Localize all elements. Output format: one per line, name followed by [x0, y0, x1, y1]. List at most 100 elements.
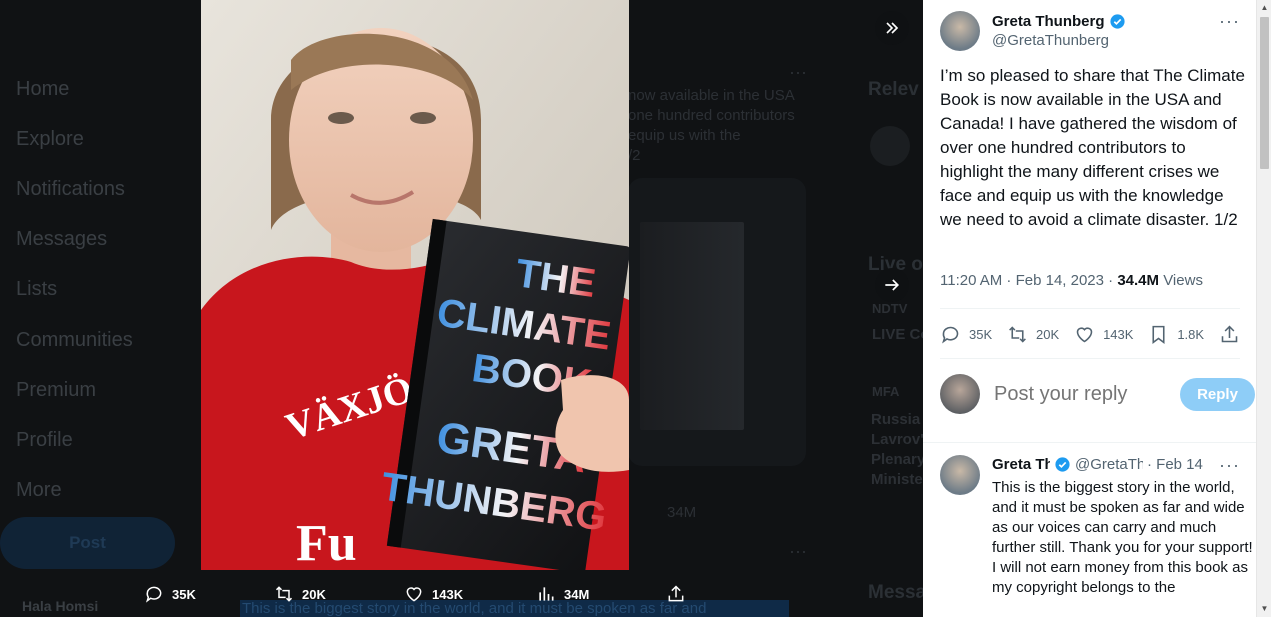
- reply-input[interactable]: [994, 382, 1154, 406]
- bg-avatar: [870, 126, 910, 166]
- photo-action-bar: 35K 20K 143K 34M: [140, 580, 700, 608]
- shirt-text: Fu: [296, 515, 357, 570]
- bg-nav-messages: Messages: [16, 228, 108, 251]
- photo-illustration: VÄXJÖ Fu THE CLIMATE BOOK GRETA THUNBERG: [201, 0, 629, 570]
- collapse-panel-button[interactable]: [875, 11, 909, 45]
- reply-text-paragraph: I will not earn money from this book as …: [992, 559, 1248, 596]
- tweet-author: Greta Thunberg @GretaThunberg: [940, 11, 1126, 51]
- reply-composer: Reply: [940, 374, 1255, 414]
- reply-tweet-header: Greta Thunberg @GretaThunberg · Feb 14: [992, 456, 1242, 473]
- more-options-icon[interactable]: ···: [1219, 456, 1240, 474]
- heart-icon: [406, 587, 422, 602]
- tweet-timestamp[interactable]: 11:20 AM · Feb 14, 2023 ·: [940, 272, 1117, 289]
- scroll-thumb[interactable]: [1260, 17, 1269, 169]
- bg-book-image: [640, 222, 744, 430]
- reply-text-paragraph: This is the biggest story in the world, …: [992, 479, 1253, 556]
- arrow-right-icon: [885, 279, 900, 291]
- repost-icon: [275, 586, 293, 602]
- views-icon: [539, 587, 554, 601]
- bg-nav-home: Home: [16, 77, 70, 100]
- reply-author-handle[interactable]: @GretaThunberg: [1075, 456, 1143, 473]
- bg-nav-explore: Explore: [16, 127, 84, 150]
- repost-icon: [1009, 325, 1026, 343]
- bg-more-icon: ···: [789, 62, 807, 82]
- scroll-up-icon[interactable]: ▲: [1260, 3, 1269, 12]
- reply-author-avatar[interactable]: [940, 455, 980, 495]
- reply-tweet[interactable]: Greta Thunberg @GretaThunberg · Feb 14 ·…: [940, 455, 1253, 596]
- author-handle[interactable]: @GretaThunberg: [992, 32, 1126, 49]
- like-button[interactable]: 143K: [1074, 324, 1133, 345]
- bg-news-line: Lavrov': [871, 431, 924, 448]
- bg-post-button: Post: [0, 517, 175, 569]
- photo-like-count: 143K: [432, 586, 464, 602]
- bookmark-count: 1.8K: [1177, 326, 1205, 342]
- author-name[interactable]: Greta Thunberg: [992, 13, 1105, 30]
- author-avatar[interactable]: [940, 11, 980, 51]
- heart-icon: [1076, 326, 1093, 342]
- photo-reply-button[interactable]: 35K: [144, 584, 196, 604]
- tweet-photo[interactable]: VÄXJÖ Fu THE CLIMATE BOOK GRETA THUNBERG: [201, 0, 629, 570]
- double-chevron-right-icon: [886, 22, 899, 34]
- share-button[interactable]: [1219, 324, 1240, 345]
- more-options-icon[interactable]: ···: [1219, 12, 1240, 30]
- bookmark-icon: [1152, 325, 1165, 344]
- divider: [940, 358, 1240, 359]
- bg-tweet-line: now available in the USA: [628, 87, 795, 104]
- reply-author-name[interactable]: Greta Thunberg: [992, 456, 1050, 473]
- reply-icon: [942, 326, 959, 344]
- bg-nav-more: More: [16, 479, 62, 502]
- photo-repost-button[interactable]: 20K: [274, 584, 326, 604]
- tweet-views-label: Views: [1159, 272, 1203, 289]
- photo-views-button[interactable]: 34M: [536, 584, 589, 604]
- tweet-text: I’m so pleased to share that The Climate…: [940, 66, 1245, 229]
- bg-tweet-line: equip us with the: [628, 127, 741, 144]
- bg-nav-notifications: Notifications: [16, 177, 125, 200]
- tweet-meta: 11:20 AM · Feb 14, 2023 · 34.4M Views: [940, 272, 1203, 289]
- photo-views-count: 34M: [564, 586, 590, 602]
- scroll-down-icon[interactable]: ▼: [1260, 604, 1269, 613]
- tweet-detail-panel: Greta Thunberg @GretaThunberg ··· I’m so…: [923, 0, 1256, 617]
- repost-button[interactable]: 20K: [1007, 324, 1059, 345]
- bg-news-line: Plenary: [871, 451, 926, 468]
- bg-news-source: MFA: [872, 384, 900, 399]
- scrollbar[interactable]: ▲ ▼: [1256, 0, 1271, 617]
- bg-news-title: LIVE Co: [872, 326, 930, 343]
- reply-date[interactable]: · Feb 14: [1147, 456, 1203, 473]
- bg-account-name: Hala Homsi: [22, 598, 99, 614]
- background-nav: Home Explore Notifications Messages List…: [16, 64, 206, 516]
- like-count: 143K: [1103, 326, 1134, 342]
- bg-nav-lists: Lists: [16, 278, 58, 301]
- media-viewer: Home Explore Notifications Messages List…: [0, 0, 1271, 617]
- repost-count: 20K: [1036, 326, 1060, 342]
- share-icon: [668, 585, 684, 602]
- bg-views: 34M: [667, 504, 697, 521]
- bg-relevant-heading: Relev: [868, 79, 919, 100]
- tweet-action-bar: 35K 20K 143K 1.8K: [940, 320, 1240, 348]
- divider: [923, 442, 1256, 443]
- photo-share-button[interactable]: [666, 584, 686, 604]
- verified-badge-icon: [1055, 457, 1070, 472]
- verified-badge-icon: [1109, 13, 1125, 29]
- bg-nav-profile: Profile: [16, 428, 73, 451]
- tweet-views-count: 34.4M: [1117, 272, 1160, 289]
- bg-nav-communities: Communities: [16, 328, 133, 351]
- share-icon: [1221, 325, 1238, 342]
- photo-reply-count: 35K: [172, 586, 196, 602]
- bg-nav-premium: Premium: [16, 378, 97, 401]
- reply-tweet-text: This is the biggest story in the world, …: [992, 478, 1256, 598]
- bg-tweet-line: one hundred contributors: [628, 107, 795, 124]
- bg-news-line: Ministe: [871, 471, 923, 488]
- divider: [940, 308, 1240, 309]
- reply-icon: [145, 586, 162, 603]
- photo-like-button[interactable]: 143K: [404, 584, 463, 604]
- reply-button[interactable]: 35K: [940, 324, 992, 345]
- next-media-button[interactable]: [875, 268, 909, 302]
- reply-count: 35K: [969, 326, 993, 342]
- bookmark-button[interactable]: 1.8K: [1148, 324, 1204, 345]
- bg-news-line: Russia: [871, 411, 921, 428]
- bg-news-source: NDTV: [872, 301, 908, 316]
- reply-submit-button[interactable]: Reply: [1180, 378, 1255, 411]
- bg-more-icon: ···: [789, 541, 807, 561]
- photo-repost-count: 20K: [302, 586, 326, 602]
- bg-tweet-line: /2: [628, 147, 641, 164]
